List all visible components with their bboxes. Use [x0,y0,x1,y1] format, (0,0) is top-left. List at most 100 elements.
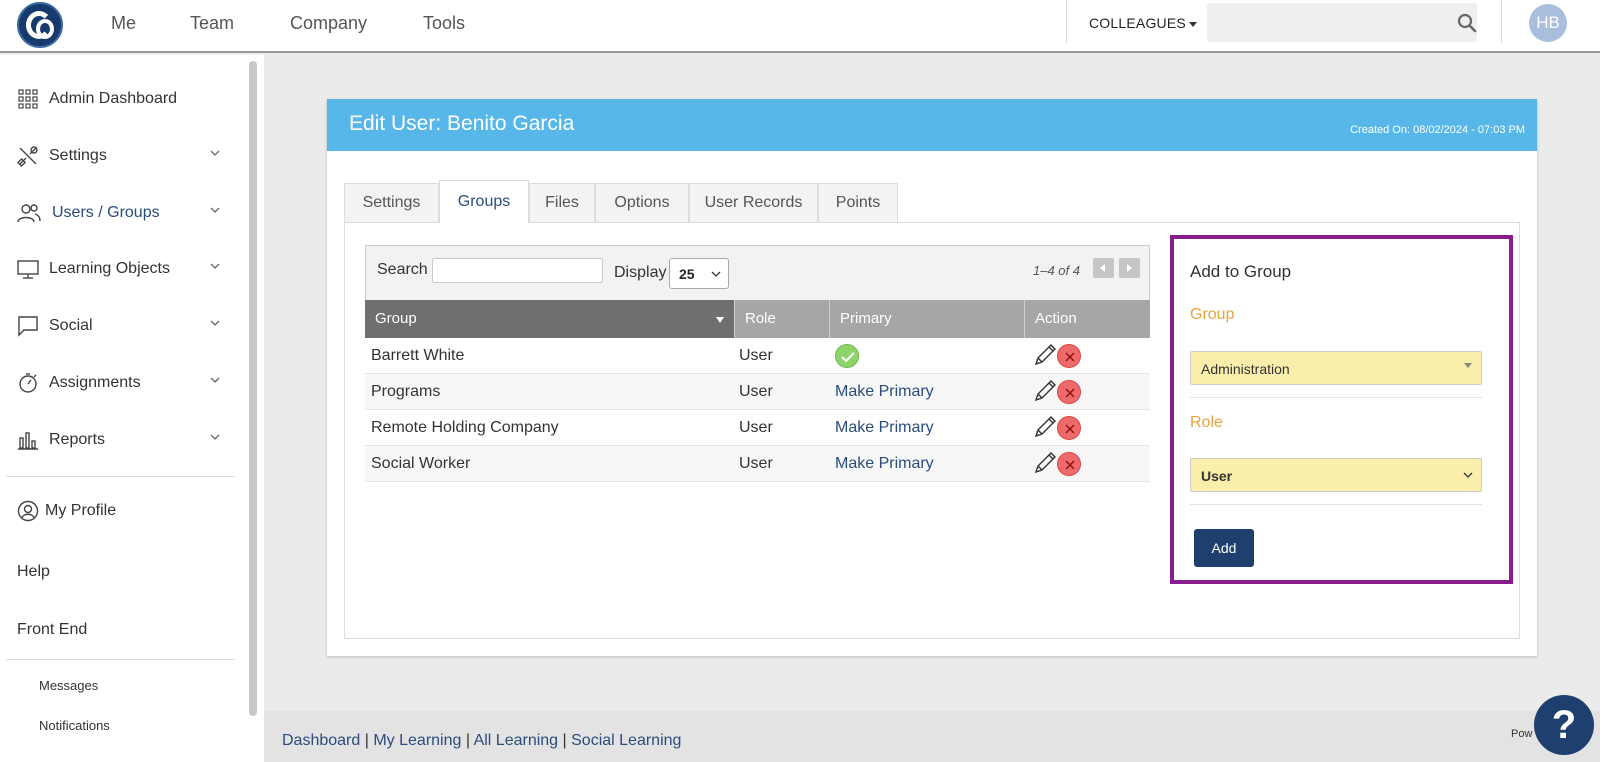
chevron-down-icon [711,271,721,277]
delete-x-icon[interactable] [1057,380,1081,404]
footer-link-my-learning[interactable]: My Learning [373,732,461,749]
footer: Dashboard | My Learning | All Learning |… [264,711,1600,762]
sidebar-item-label: My Profile [45,502,117,519]
table-row: Programs User Make Primary [365,374,1150,410]
sidebar-item-label: Users / Groups [52,204,160,221]
sidebar-item-front-end[interactable]: Front End [17,621,87,639]
chat-bubble-icon [17,315,39,337]
sidebar-item-settings[interactable]: Settings [17,142,227,170]
sidebar-item-help[interactable]: Help [17,563,50,581]
edit-pencil-icon[interactable] [1033,415,1057,439]
user-avatar[interactable]: HB [1529,4,1567,42]
sidebar-item-assignments[interactable]: Assignments [17,369,227,397]
column-header-role[interactable]: Role [735,300,830,338]
sidebar-item-label: Settings [49,147,107,164]
group-select[interactable]: Administration [1190,351,1482,385]
add-button[interactable]: Add [1194,529,1254,567]
company-logo[interactable] [17,2,63,48]
make-primary-link[interactable]: Make Primary [835,374,934,410]
users-icon [17,202,41,224]
prev-page-button[interactable] [1093,258,1114,278]
top-navbar: Me Team Company Tools COLLEAGUES HB [0,0,1600,53]
sidebar-item-my-profile[interactable]: My Profile [17,497,227,525]
divider [6,659,235,660]
arrow-right-icon [1127,264,1132,272]
caret-down-icon [1463,363,1473,369]
cell-role: User [739,455,773,472]
edit-pencil-icon[interactable] [1033,379,1057,403]
cell-group: Remote Holding Company [371,419,559,436]
role-select[interactable]: User [1190,458,1482,492]
colleagues-dropdown[interactable]: COLLEAGUES [1089,15,1197,31]
display-count-select[interactable]: 25 [669,258,729,289]
divider [1066,0,1067,44]
divider [1190,504,1482,505]
search-icon[interactable] [1457,13,1477,33]
sort-desc-icon [716,317,724,323]
global-search-input[interactable] [1207,3,1477,42]
display-count-value: 25 [679,266,695,282]
caret-down-icon [1188,21,1197,27]
sidebar-subitem-notifications[interactable]: Notifications [39,718,110,733]
sidebar-subitem-messages[interactable]: Messages [39,678,98,693]
sidebar-item-admin-dashboard[interactable]: Admin Dashboard [17,85,227,113]
tab-settings[interactable]: Settings [344,183,439,222]
edit-user-card: Edit User: Benito Garcia Created On: 08/… [327,99,1537,656]
pager-text: 1–4 of 4 [1033,263,1080,278]
user-circle-icon [17,500,39,522]
tab-files[interactable]: Files [529,183,595,222]
delete-x-icon[interactable] [1057,344,1081,368]
column-header-label: Group [375,310,417,327]
tab-groups[interactable]: Groups [439,180,529,223]
make-primary-link[interactable]: Make Primary [835,446,934,482]
divider [1501,0,1502,44]
footer-link-all-learning[interactable]: All Learning [474,732,559,749]
chevron-down-icon [210,434,220,440]
sidebar-item-social[interactable]: Social [17,312,227,340]
edit-pencil-icon[interactable] [1033,343,1057,367]
divider [6,476,235,477]
cell-role: User [739,419,773,436]
chevron-down-icon [1463,472,1473,478]
powered-by-text: Pow [1511,728,1533,740]
sidebar-scrollbar[interactable] [249,61,257,716]
tab-options[interactable]: Options [595,183,689,222]
delete-x-icon[interactable] [1057,452,1081,476]
grid-search-input[interactable] [432,258,603,283]
footer-separator: | [562,732,567,749]
nav-team[interactable]: Team [190,13,234,34]
tools-icon [17,145,39,167]
chevron-down-icon [210,207,220,213]
group-select-value: Administration [1201,361,1290,377]
tab-user-records[interactable]: User Records [689,183,818,222]
nav-tools[interactable]: Tools [423,13,465,34]
column-header-group[interactable]: Group [365,300,735,338]
cell-role: User [739,347,773,364]
tab-points[interactable]: Points [818,183,898,222]
nav-company[interactable]: Company [290,13,367,34]
help-button[interactable]: ? [1534,695,1594,755]
grid-header: Group Role Primary Action [365,300,1150,338]
next-page-button[interactable] [1119,258,1140,278]
make-primary-link[interactable]: Make Primary [835,410,934,446]
sidebar-item-users-groups[interactable]: Users / Groups [17,199,227,227]
nav-me[interactable]: Me [111,13,136,34]
sidebar-item-learning-objects[interactable]: Learning Objects [17,255,227,283]
divider [1190,397,1482,398]
edit-pencil-icon[interactable] [1033,451,1057,475]
column-header-primary[interactable]: Primary [830,300,1025,338]
display-label: Display [614,264,667,281]
sidebar-item-label: Assignments [49,374,141,391]
sidebar-item-label: Admin Dashboard [49,90,178,107]
footer-links: Dashboard | My Learning | All Learning |… [282,732,681,750]
delete-x-icon[interactable] [1057,416,1081,440]
footer-link-dashboard[interactable]: Dashboard [282,732,360,749]
add-to-group-title: Add to Group [1190,262,1292,281]
cell-group: Barrett White [371,347,465,364]
sidebar-item-reports[interactable]: Reports [17,426,227,454]
footer-link-social-learning[interactable]: Social Learning [571,732,681,749]
arrow-left-icon [1100,264,1105,272]
stopwatch-icon [17,372,39,394]
sidebar-item-label: Social [49,317,93,334]
created-on-text: Created On: 08/02/2024 - 07:03 PM [1350,124,1525,136]
